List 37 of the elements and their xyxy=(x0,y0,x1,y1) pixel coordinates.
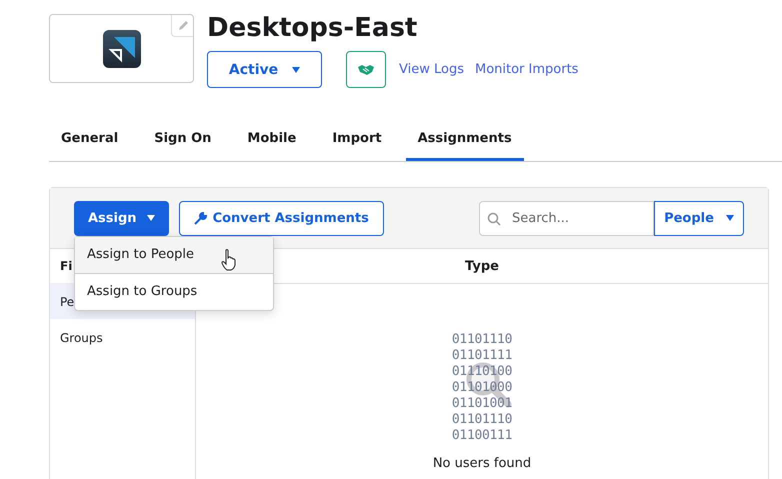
convert-assignments-button[interactable]: Convert Assignments xyxy=(178,200,384,236)
menu-item[interactable]: Assign to People xyxy=(75,236,273,274)
caret-icon xyxy=(146,215,155,221)
wrench-icon xyxy=(194,212,207,224)
tab[interactable]: Mobile xyxy=(235,120,308,161)
header-link[interactable]: View Logs xyxy=(399,62,464,77)
filter-dropdown[interactable]: People xyxy=(654,200,744,236)
empty-message: No users found xyxy=(432,456,532,471)
edit-button[interactable] xyxy=(171,15,193,37)
pencil-icon xyxy=(176,20,188,32)
handshake-button[interactable] xyxy=(346,51,386,88)
binary-line: 01101000 xyxy=(452,380,512,396)
binary-line: 01101001 xyxy=(452,396,512,412)
binary-line: 01101110 xyxy=(452,332,512,348)
status-dropdown[interactable]: Active xyxy=(207,51,322,88)
binary-line: 01101110 xyxy=(452,412,512,428)
caret-icon xyxy=(726,215,734,221)
search-field[interactable]: Search... xyxy=(479,200,654,236)
binary-line: 01100111 xyxy=(452,428,512,444)
filters-heading: Fi xyxy=(60,259,72,273)
binary-line: 01110100 xyxy=(452,364,512,380)
filter-item[interactable]: Pe xyxy=(60,294,74,310)
app-logo-icon xyxy=(102,30,140,68)
menu-item[interactable]: Assign to Groups xyxy=(75,274,273,310)
filter-item[interactable]: Groups xyxy=(60,330,103,346)
hand-cursor-icon xyxy=(221,248,237,270)
header-link[interactable]: Monitor Imports xyxy=(474,62,578,77)
tab[interactable]: Assignments xyxy=(406,120,524,161)
caret-icon xyxy=(292,66,300,72)
app-title: Desktops-East xyxy=(207,14,418,42)
search-icon xyxy=(487,212,501,226)
binary-line: 01101111 xyxy=(452,348,512,364)
column-header: Type xyxy=(465,258,499,274)
tab[interactable]: Sign On xyxy=(142,120,224,161)
tab[interactable]: General xyxy=(49,120,130,161)
tab[interactable]: Import xyxy=(320,120,394,161)
assign-button[interactable]: Assign xyxy=(74,200,169,236)
